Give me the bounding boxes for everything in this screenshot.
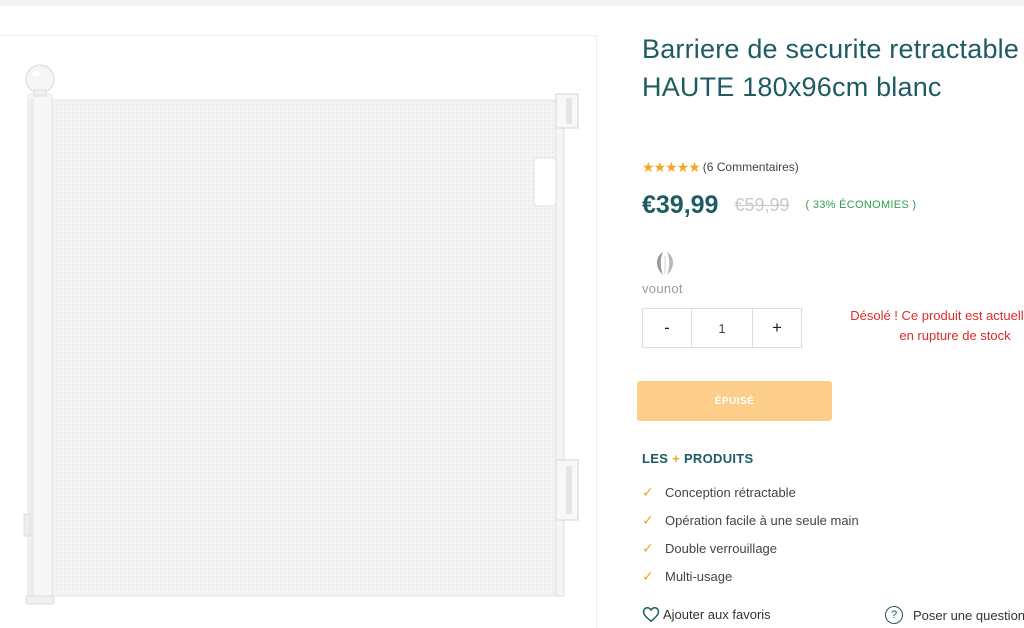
current-price: €39,99 <box>642 190 719 219</box>
feature-label: Opération facile à une seule main <box>665 512 859 528</box>
increment-button[interactable]: + <box>753 309 801 347</box>
reviews-count[interactable]: (6 Commentaires) <box>703 160 799 174</box>
out-of-stock-message: Désolé ! Ce produit est actuellement en … <box>850 308 1024 343</box>
check-icon: ✓ <box>642 539 654 556</box>
soldout-button[interactable]: ÉPUISÉ <box>637 381 832 421</box>
add-to-favorites-link[interactable]: Ajouter aux favoris <box>642 606 771 623</box>
check-icon: ✓ <box>642 483 654 500</box>
feature-label: Multi-usage <box>665 568 733 584</box>
features-heading-plus: + <box>672 451 681 466</box>
feature-item: ✓ Conception rétractable <box>642 478 859 506</box>
decrement-button[interactable]: - <box>643 309 691 347</box>
features-heading: LES + PRODUITS <box>642 451 754 466</box>
price-row: €39,99 €59,99 ( 33% ÉCONOMIES ) <box>642 188 916 222</box>
feature-label: Double verrouillage <box>665 540 778 556</box>
check-icon: ✓ <box>642 567 654 584</box>
feature-item: ✓ Opération facile à une seule main <box>642 506 859 534</box>
favorites-label: Ajouter aux favoris <box>663 607 771 622</box>
rating[interactable]: ★★★★★ (6 Commentaires) <box>642 158 799 176</box>
features-heading-prefix: LES <box>642 451 669 466</box>
features-heading-suffix: PRODUITS <box>683 451 754 466</box>
gate-illustration <box>23 64 579 605</box>
old-price: €59,99 <box>734 194 790 215</box>
question-label: Poser une question <box>913 607 1024 623</box>
savings-badge: ( 33% ÉCONOMIES ) <box>805 199 917 211</box>
quantity-stepper: - 1 + <box>642 308 802 348</box>
feature-item: ✓ Double verrouillage <box>642 534 859 562</box>
quantity-input[interactable]: 1 <box>691 309 753 347</box>
star-rating-icon: ★★★★★ <box>642 158 701 175</box>
check-icon: ✓ <box>642 511 654 528</box>
top-bar <box>0 0 1024 6</box>
question-icon: ? <box>885 606 903 624</box>
product-title: Barriere de securite retractable HAUTE 1… <box>642 34 1020 102</box>
ask-question-link[interactable]: ? Poser une question <box>885 606 1024 624</box>
brand-name[interactable]: vounot <box>642 281 683 296</box>
features-list: ✓ Conception rétractable ✓ Opération facil… <box>642 478 859 590</box>
leaf-logo-icon <box>657 252 673 275</box>
feature-label: Conception rétractable <box>665 484 796 500</box>
feature-item: ✓ Multi-usage <box>642 562 859 590</box>
heart-icon <box>642 606 660 623</box>
product-image[interactable] <box>0 35 597 628</box>
